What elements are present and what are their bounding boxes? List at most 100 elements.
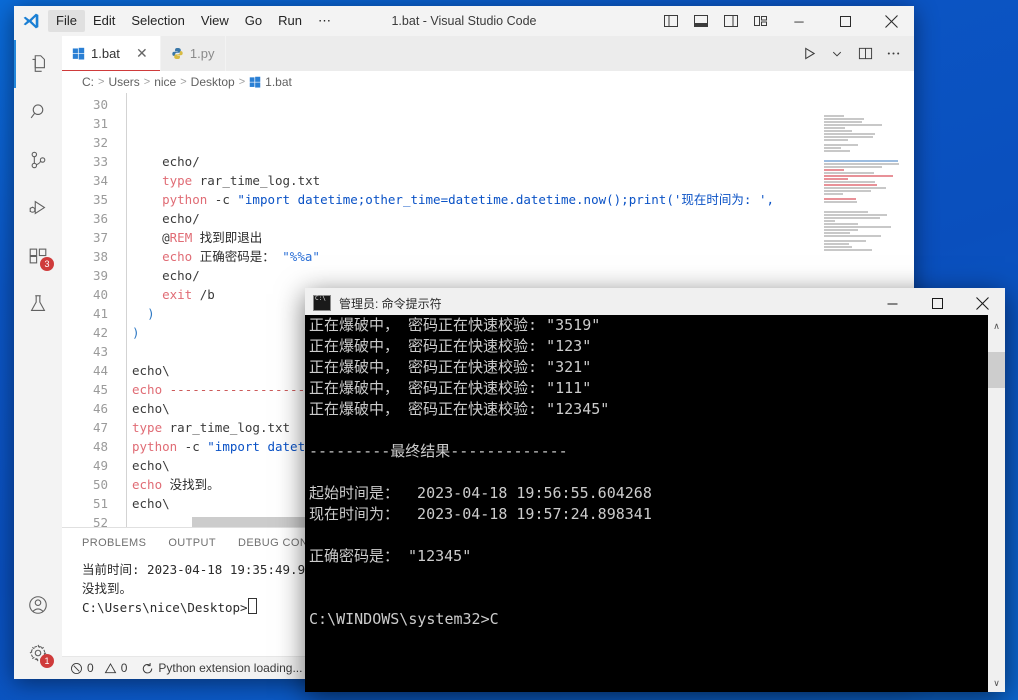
tab-1-py[interactable]: 1.py bbox=[161, 36, 226, 71]
cmd-line bbox=[309, 567, 988, 588]
line-number: 51 bbox=[62, 494, 108, 513]
breadcrumb-item-users[interactable]: Users bbox=[108, 75, 139, 89]
code-token bbox=[132, 306, 147, 321]
menu-bar: File Edit Selection View Go Run ⋯ bbox=[48, 10, 339, 32]
status-extension-loading[interactable]: Python extension loading... bbox=[141, 661, 302, 675]
cmd-scroll-up-icon[interactable]: ∧ bbox=[988, 318, 1005, 335]
more-actions-icon[interactable] bbox=[880, 41, 906, 67]
cmd-scroll-track[interactable] bbox=[988, 335, 1005, 675]
cmd-line: 正确密码是： "12345" bbox=[309, 546, 988, 567]
minimap-line bbox=[824, 127, 845, 129]
minimap-line bbox=[824, 181, 875, 183]
code-token: 找到即退出 bbox=[192, 230, 262, 245]
cmd-window-controls bbox=[870, 288, 1005, 318]
code-line: type rar_time_log.txt bbox=[132, 171, 914, 190]
minimap-line bbox=[824, 169, 844, 171]
breadcrumb-item-file[interactable]: 1.bat bbox=[265, 75, 292, 89]
minimap-line bbox=[824, 163, 899, 165]
breadcrumb-separator-icon: > bbox=[239, 76, 245, 88]
activity-search-icon[interactable] bbox=[14, 88, 62, 136]
minimap-line bbox=[824, 115, 844, 117]
cmd-scroll-down-icon[interactable]: ∨ bbox=[988, 675, 1005, 692]
line-number: 49 bbox=[62, 456, 108, 475]
cmd-close-button[interactable] bbox=[960, 288, 1005, 318]
menu-selection[interactable]: Selection bbox=[123, 10, 192, 32]
minimap-line bbox=[824, 144, 858, 146]
minimap-line bbox=[824, 201, 857, 203]
menu-view[interactable]: View bbox=[193, 10, 237, 32]
minimap-line bbox=[824, 160, 898, 162]
menu-run[interactable]: Run bbox=[270, 10, 310, 32]
code-token: echo\ bbox=[132, 458, 170, 473]
cmd-scrollbar[interactable]: ∧ ∨ bbox=[988, 318, 1005, 692]
panel-tab-output[interactable]: OUTPUT bbox=[168, 537, 216, 549]
code-token: "%%a" bbox=[282, 249, 320, 264]
cmd-line bbox=[309, 420, 988, 441]
menu-more[interactable]: ⋯ bbox=[310, 10, 339, 32]
toggle-secondary-sidebar-icon[interactable] bbox=[716, 6, 746, 36]
breadcrumb-item-nice[interactable]: nice bbox=[154, 75, 176, 89]
activity-accounts-icon[interactable] bbox=[14, 581, 62, 629]
warning-icon bbox=[104, 662, 117, 675]
activity-explorer-icon[interactable] bbox=[14, 40, 62, 88]
activity-extensions-icon[interactable]: 3 bbox=[14, 232, 62, 280]
tab-1-bat[interactable]: 1.bat ✕ bbox=[62, 36, 161, 71]
status-problems[interactable]: 0 0 bbox=[70, 661, 127, 675]
code-token: echo/ bbox=[132, 154, 200, 169]
cmd-maximize-button[interactable] bbox=[915, 288, 960, 318]
activity-settings-gear-icon[interactable]: 1 bbox=[14, 629, 62, 677]
minimap-line bbox=[824, 121, 862, 123]
customize-layout-icon[interactable] bbox=[746, 6, 776, 36]
line-number: 44 bbox=[62, 361, 108, 380]
breadcrumb-item-desktop[interactable]: Desktop bbox=[191, 75, 235, 89]
panel-tab-problems[interactable]: PROBLEMS bbox=[82, 537, 146, 549]
code-token: "import dateti bbox=[207, 439, 312, 454]
code-token: REM bbox=[170, 230, 193, 245]
menu-go[interactable]: Go bbox=[237, 10, 270, 32]
code-token bbox=[132, 249, 162, 264]
run-chevron-down-icon[interactable] bbox=[824, 41, 850, 67]
cmd-line: 正在爆破中， 密码正在快速校验: "321" bbox=[309, 357, 988, 378]
line-number: 34 bbox=[62, 171, 108, 190]
minimap-line bbox=[824, 178, 848, 180]
tab-close-icon[interactable]: ✕ bbox=[134, 45, 150, 62]
window-maximize-button[interactable] bbox=[822, 6, 868, 36]
settings-badge: 1 bbox=[40, 654, 54, 668]
cmd-scroll-thumb[interactable] bbox=[988, 352, 1005, 388]
code-token: echo\ bbox=[132, 401, 170, 416]
code-token: 正确密码是： bbox=[192, 249, 282, 264]
breadcrumb-item-drive[interactable]: C: bbox=[82, 75, 94, 89]
activity-run-debug-icon[interactable] bbox=[14, 184, 62, 232]
code-token: -c bbox=[177, 439, 207, 454]
cmd-title-bar: 管理员: 命令提示符 bbox=[305, 288, 1005, 318]
run-python-file-icon[interactable] bbox=[796, 41, 822, 67]
menu-file[interactable]: File bbox=[48, 10, 85, 32]
window-close-button[interactable] bbox=[868, 6, 914, 36]
python-file-icon bbox=[171, 47, 184, 60]
cmd-console-output[interactable]: 正在爆破中， 密码正在快速校验: "3519" 正在爆破中， 密码正在快速校验: … bbox=[305, 315, 988, 692]
cmd-title-text: 管理员: 命令提示符 bbox=[339, 295, 442, 312]
cmd-line: 正在爆破中， 密码正在快速校验: "3519" bbox=[309, 315, 988, 336]
cmd-minimize-button[interactable] bbox=[870, 288, 915, 318]
split-editor-icon[interactable] bbox=[852, 41, 878, 67]
toggle-panel-icon[interactable] bbox=[686, 6, 716, 36]
menu-edit[interactable]: Edit bbox=[85, 10, 123, 32]
line-number: 40 bbox=[62, 285, 108, 304]
line-number: 36 bbox=[62, 209, 108, 228]
activity-source-control-icon[interactable] bbox=[14, 136, 62, 184]
minimap-line bbox=[824, 243, 849, 245]
status-message: Python extension loading... bbox=[158, 661, 302, 675]
line-number: 43 bbox=[62, 342, 108, 361]
code-token: rar_time_log.txt bbox=[192, 173, 320, 188]
minimap-line bbox=[824, 190, 871, 192]
window-minimize-button[interactable]: ─ bbox=[776, 6, 822, 36]
error-count: 0 bbox=[87, 661, 94, 675]
cmd-line: 正在爆破中， 密码正在快速校验: "12345" bbox=[309, 399, 988, 420]
minimap-line bbox=[824, 193, 843, 195]
minimap-line bbox=[824, 136, 873, 138]
line-number: 35 bbox=[62, 190, 108, 209]
toggle-primary-sidebar-icon[interactable] bbox=[656, 6, 686, 36]
activity-testing-icon[interactable] bbox=[14, 280, 62, 328]
editor-tab-bar: 1.bat ✕ 1.py bbox=[62, 36, 914, 71]
line-number: 46 bbox=[62, 399, 108, 418]
